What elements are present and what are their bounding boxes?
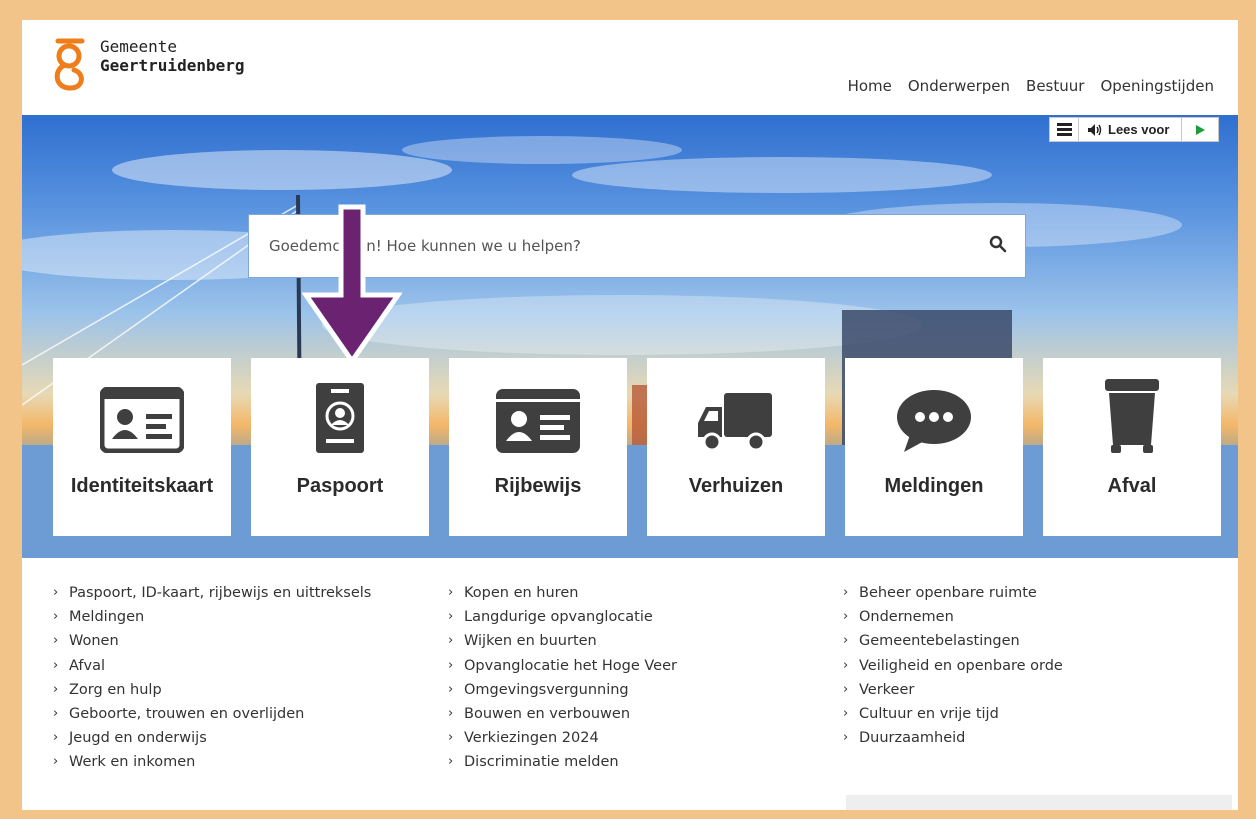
logo-line1: Gemeente (100, 37, 178, 56)
lees-voor-button[interactable]: Lees voor (1079, 118, 1182, 141)
speaker-icon (1088, 123, 1102, 136)
tile-label: Identiteitskaart (70, 475, 214, 497)
list-item[interactable]: › Afval (53, 654, 448, 678)
readspeaker-bar: Lees voor (1049, 117, 1219, 142)
list-item[interactable]: › Bouwen en verbouwen (448, 702, 843, 726)
links-column-3: › Beheer openbare ruimte › Ondernemen › Gem… (843, 581, 1233, 775)
chevron-right-icon: › (53, 730, 59, 746)
search-icon[interactable] (989, 235, 1007, 253)
chevron-right-icon: › (843, 609, 849, 625)
list-item[interactable]: › Omgevingsvergunning (448, 678, 843, 702)
top-navigation: Home Onderwerpen Bestuur Openingstijden (848, 77, 1214, 95)
chevron-right-icon: › (843, 730, 849, 746)
list-item[interactable]: › Veiligheid en openbare orde (843, 654, 1233, 678)
trash-bin-icon (1105, 379, 1159, 453)
chevron-right-icon: › (448, 730, 454, 746)
chevron-right-icon: › (53, 585, 59, 601)
footer-panel (846, 795, 1232, 810)
tile-verhuizen[interactable]: Verhuizen (647, 358, 825, 536)
chevron-right-icon: › (448, 633, 454, 649)
list-item[interactable]: › Opvanglocatie het Hoge Veer (448, 654, 843, 678)
chevron-right-icon: › (53, 657, 59, 673)
tile-rijbewijs[interactable]: Rijbewijs (449, 358, 627, 536)
chevron-right-icon: › (53, 754, 59, 770)
id-card-icon (100, 387, 184, 453)
topic-links: › Paspoort, ID-kaart, rijbewijs en uittre… (53, 581, 1233, 775)
play-icon[interactable] (1182, 118, 1218, 141)
chevron-right-icon: › (448, 609, 454, 625)
list-item[interactable]: › Cultuur en vrije tijd (843, 702, 1233, 726)
list-item[interactable]: › Wonen (53, 629, 448, 653)
lees-voor-label: Lees voor (1108, 122, 1170, 137)
purple-arrow-annotation (302, 204, 402, 365)
logo[interactable]: Gemeente Geertruidenberg (52, 37, 245, 93)
passport-icon (316, 383, 364, 453)
tile-label: Meldingen (884, 475, 984, 497)
logo-line2: Geertruidenberg (100, 56, 245, 75)
chevron-right-icon: › (448, 754, 454, 770)
list-item[interactable]: › Langdurige opvanglocatie (448, 605, 843, 629)
tile-label: Afval (1107, 475, 1157, 497)
chevron-right-icon: › (53, 609, 59, 625)
page: Gemeente Geertruidenberg Home Onderwerpe… (22, 20, 1238, 810)
list-item[interactable]: › Beheer openbare ruimte (843, 581, 1233, 605)
site-header: Gemeente Geertruidenberg Home Onderwerpe… (22, 20, 1238, 115)
links-column-2: › Kopen en huren › Langdurige opvanglocati… (448, 581, 843, 775)
chevron-right-icon: › (53, 681, 59, 697)
list-item[interactable]: › Ondernemen (843, 605, 1233, 629)
logo-text: Gemeente Geertruidenberg (100, 37, 245, 75)
tile-label: Verhuizen (688, 475, 784, 497)
nav-openingstijden[interactable]: Openingstijden (1100, 77, 1214, 95)
list-item[interactable]: › Discriminatie melden (448, 750, 843, 774)
chevron-right-icon: › (843, 657, 849, 673)
list-item[interactable]: › Kopen en huren (448, 581, 843, 605)
list-item[interactable]: › Paspoort, ID-kaart, rijbewijs en uittre… (53, 581, 448, 605)
list-item[interactable]: › Geboorte, trouwen en overlijden (53, 702, 448, 726)
hamburger-icon[interactable] (1050, 118, 1079, 141)
truck-icon (698, 393, 772, 452)
logo-g-icon (54, 38, 85, 91)
links-column-1: › Paspoort, ID-kaart, rijbewijs en uittre… (53, 581, 448, 775)
list-item[interactable]: › Werk en inkomen (53, 750, 448, 774)
tile-paspoort[interactable]: Paspoort (251, 358, 429, 536)
tile-label: Paspoort (296, 475, 384, 497)
list-item[interactable]: › Gemeentebelastingen (843, 629, 1233, 653)
list-item[interactable]: › Meldingen (53, 605, 448, 629)
chevron-right-icon: › (843, 706, 849, 722)
list-item[interactable]: › Jeugd en onderwijs (53, 726, 448, 750)
list-item[interactable]: › Verkiezingen 2024 (448, 726, 843, 750)
drivers-license-icon (496, 389, 580, 453)
tile-identiteitskaart[interactable]: Identiteitskaart (53, 358, 231, 536)
quick-links-tiles: Identiteitskaart Paspoort Rijbewijs Verh… (53, 358, 1221, 536)
nav-onderwerpen[interactable]: Onderwerpen (908, 77, 1010, 95)
tile-label: Rijbewijs (494, 475, 582, 497)
list-item[interactable]: › Duurzaamheid (843, 726, 1233, 750)
list-item[interactable]: › Wijken en buurten (448, 629, 843, 653)
chevron-right-icon: › (843, 681, 849, 697)
chevron-right-icon: › (843, 585, 849, 601)
chevron-right-icon: › (448, 706, 454, 722)
chevron-right-icon: › (448, 657, 454, 673)
tile-afval[interactable]: Afval (1043, 358, 1221, 536)
list-item[interactable]: › Zorg en hulp (53, 678, 448, 702)
tile-meldingen[interactable]: Meldingen (845, 358, 1023, 536)
list-item[interactable]: › Verkeer (843, 678, 1233, 702)
chat-bubble-icon (897, 390, 971, 452)
chevron-right-icon: › (448, 681, 454, 697)
nav-bestuur[interactable]: Bestuur (1026, 77, 1084, 95)
hero-banner: Lees voor Goedemorgen! Hoe kunnen we u h… (22, 115, 1238, 558)
chevron-right-icon: › (53, 706, 59, 722)
chevron-right-icon: › (448, 585, 454, 601)
chevron-right-icon: › (843, 633, 849, 649)
chevron-right-icon: › (53, 633, 59, 649)
nav-home[interactable]: Home (848, 77, 892, 95)
